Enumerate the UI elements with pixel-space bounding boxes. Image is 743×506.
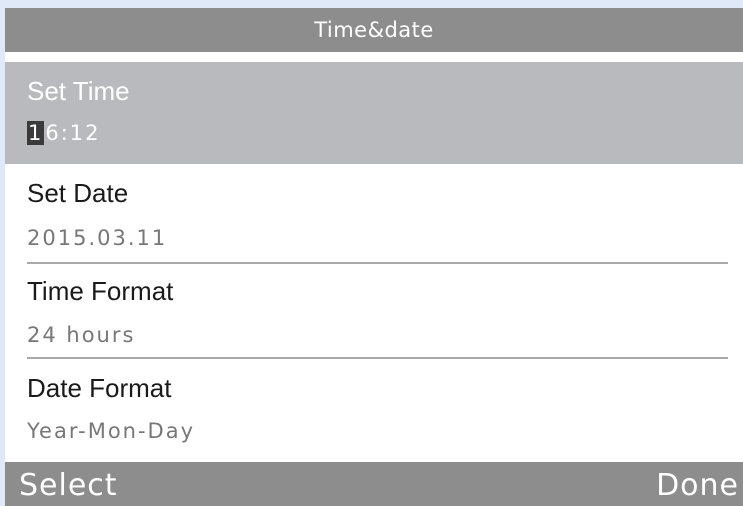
setting-item-time-format[interactable]: Time Format 24 hours xyxy=(5,264,743,358)
setting-label: Date Format xyxy=(27,373,172,403)
setting-label: Set Time xyxy=(27,76,130,106)
setting-item-date-format[interactable]: Date Format Year-Mon-Day xyxy=(5,359,743,462)
screen-title: Time&date xyxy=(5,8,743,52)
setting-value: 24 hours xyxy=(27,323,136,347)
device-screen: Time&date Set Time 16:12 Set Date 2015.0… xyxy=(5,8,743,506)
done-button[interactable]: Done xyxy=(656,462,739,506)
select-button[interactable]: Select xyxy=(19,462,118,506)
time-value-field[interactable]: 16:12 xyxy=(27,121,101,145)
edit-cursor: 1 xyxy=(27,121,45,145)
time-value-rest: 6:12 xyxy=(45,121,101,145)
softkey-bar: Select Done xyxy=(5,462,743,506)
setting-value: Year-Mon-Day xyxy=(27,419,196,443)
setting-value: 2015.03.11 xyxy=(27,226,168,250)
setting-item-set-time[interactable]: Set Time 16:12 xyxy=(5,62,743,164)
setting-label: Set Date xyxy=(27,178,129,208)
setting-label: Time Format xyxy=(27,276,174,306)
setting-item-set-date[interactable]: Set Date 2015.03.11 xyxy=(5,164,743,262)
